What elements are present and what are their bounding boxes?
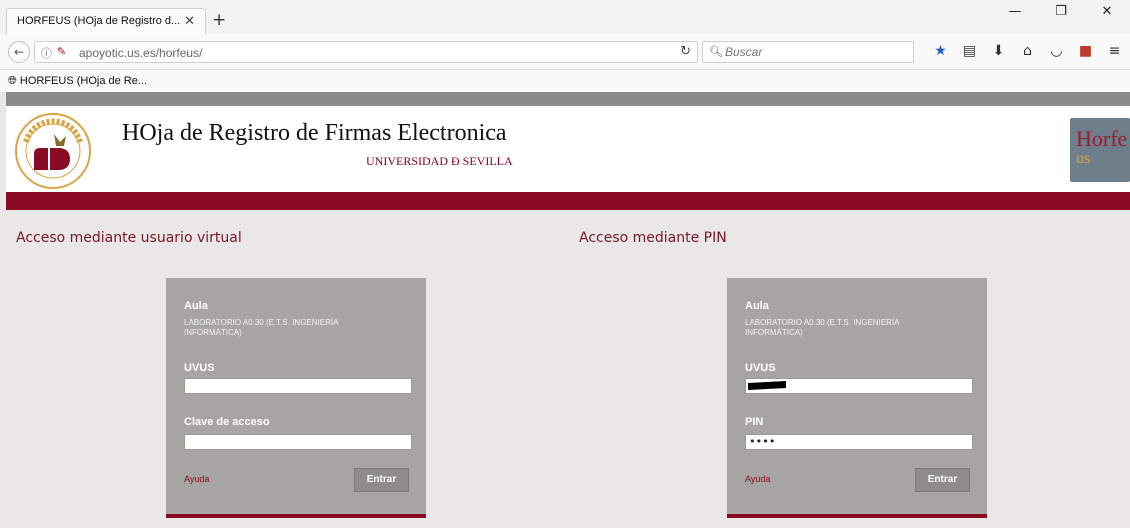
minimize-button[interactable]: — bbox=[992, 4, 1038, 19]
addon-icon[interactable]: ■ bbox=[1071, 43, 1100, 59]
enter-button[interactable]: Entrar bbox=[354, 468, 409, 492]
nav-bar: ← ⓘ ✎ apoyotic.us.es/horfeus/ ↻ 🔍︎ ★▤⬇⌂◡… bbox=[0, 34, 1130, 70]
new-tab-button[interactable]: + bbox=[212, 10, 226, 30]
aula-value: LABORATORIO A0.30 (E.T.S. INGENIERÍA INF… bbox=[184, 318, 338, 337]
url-text[interactable]: apoyotic.us.es/horfeus/ bbox=[79, 46, 202, 60]
bookmark-label: HORFEUS (HOja de Re... bbox=[19, 75, 148, 87]
bookmarks-bar: 🌐︎ HORFEUS (HOja de Re... bbox=[0, 70, 1130, 92]
site-subtitle: UNIVERSIDAD Ð SEVILLA bbox=[366, 154, 513, 168]
aula-label: Aula bbox=[745, 300, 769, 312]
star-icon[interactable]: ★ bbox=[926, 43, 955, 59]
home-icon[interactable]: ⌂ bbox=[1013, 43, 1042, 59]
virtual-login-box: Aula LABORATORIO A0.30 (E.T.S. INGENIERÍ… bbox=[166, 278, 426, 518]
site-title: HOja de Registro de Firmas Electronica bbox=[122, 120, 507, 146]
page-header: HOja de Registro de Firmas Electronica U… bbox=[6, 106, 1130, 192]
help-link[interactable]: Ayuda bbox=[184, 474, 209, 484]
url-bar[interactable]: ⓘ ✎ apoyotic.us.es/horfeus/ ↻ bbox=[34, 41, 698, 63]
back-button[interactable]: ← bbox=[8, 41, 30, 63]
header-red-bar bbox=[6, 192, 1130, 210]
download-icon[interactable]: ⬇ bbox=[984, 43, 1013, 59]
search-bar[interactable]: 🔍︎ bbox=[702, 41, 914, 63]
maximize-button[interactable]: ❐ bbox=[1038, 4, 1084, 19]
close-window-button[interactable]: ✕ bbox=[1084, 4, 1130, 19]
aula-label: Aula bbox=[184, 300, 208, 312]
help-link[interactable]: Ayuda bbox=[745, 474, 770, 484]
reading-list-icon[interactable]: ▤ bbox=[955, 43, 984, 59]
window-controls: — ❐ ✕ bbox=[992, 4, 1130, 19]
pocket-icon[interactable]: ◡ bbox=[1042, 43, 1071, 59]
search-icon: 🔍︎ bbox=[709, 45, 723, 58]
pin-label: PIN bbox=[745, 416, 764, 428]
tab-title: HORFEUS (HOja de Registro d... bbox=[17, 15, 181, 27]
enter-button[interactable]: Entrar bbox=[915, 468, 970, 492]
mixed-content-lock-icon[interactable]: ✎ bbox=[57, 45, 66, 58]
pin-login-box: Aula LABORATORIO A0.30 (E.T.S. INGENIERÍ… bbox=[727, 278, 987, 518]
browser-tab[interactable]: HORFEUS (HOja de Registro d... ✕ bbox=[6, 8, 206, 34]
uvus-label: UVUS bbox=[745, 362, 776, 374]
menu-icon[interactable]: ≡ bbox=[1100, 43, 1129, 59]
back-arrow-icon: ← bbox=[13, 45, 25, 59]
horfeus-logo: Horfe us bbox=[1070, 118, 1130, 182]
password-label: Clave de acceso bbox=[184, 416, 270, 428]
search-input[interactable] bbox=[725, 44, 905, 60]
uvus-input[interactable] bbox=[184, 378, 412, 394]
reload-icon[interactable]: ↻ bbox=[680, 44, 691, 59]
pin-input[interactable]: •••• bbox=[745, 434, 973, 450]
bookmark-item[interactable]: 🌐︎ HORFEUS (HOja de Re... bbox=[8, 75, 147, 88]
logo-text: Horfe bbox=[1076, 126, 1128, 151]
uvus-input[interactable] bbox=[745, 378, 973, 394]
globe-icon: 🌐︎ bbox=[8, 75, 17, 87]
top-strip bbox=[6, 92, 1130, 106]
logo-text-us: us bbox=[1076, 150, 1091, 167]
info-icon[interactable]: ⓘ bbox=[41, 45, 52, 61]
section-title-virtual: Acceso mediante usuario virtual bbox=[16, 230, 242, 246]
university-seal-logo bbox=[15, 113, 91, 189]
password-input[interactable] bbox=[184, 434, 412, 450]
toolbar-icons: ★ ▤ ⬇ ⌂ ◡ ■ ≡ bbox=[926, 43, 1129, 59]
redacted-username bbox=[748, 381, 786, 390]
close-tab-icon[interactable]: ✕ bbox=[184, 13, 195, 29]
section-title-pin: Acceso mediante PIN bbox=[579, 230, 727, 246]
uvus-label: UVUS bbox=[184, 362, 215, 374]
tab-bar: HORFEUS (HOja de Registro d... ✕ + — ❐ ✕ bbox=[0, 0, 1130, 34]
main-content: Acceso mediante usuario virtual Aula LAB… bbox=[6, 210, 1130, 528]
aula-value: LABORATORIO A0.30 (E.T.S. INGENIERÍA INF… bbox=[745, 318, 899, 337]
